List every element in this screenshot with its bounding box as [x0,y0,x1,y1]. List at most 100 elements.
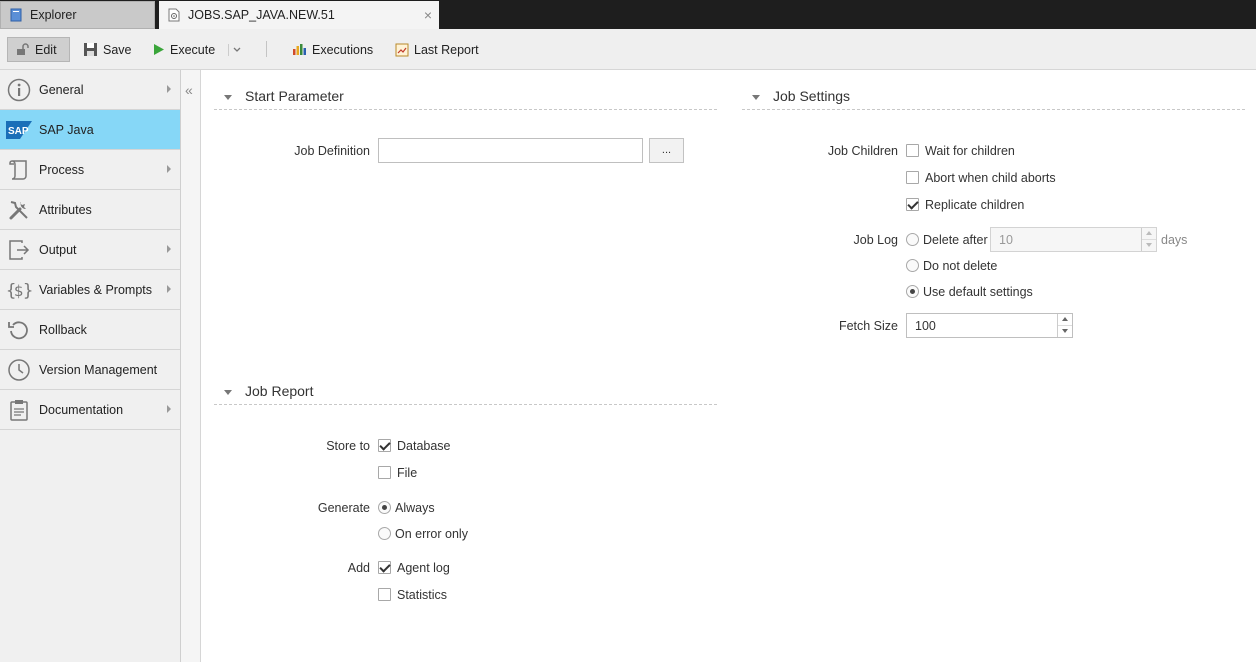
sap-logo-icon: SAP [6,117,32,143]
toolbar-divider [266,41,267,57]
execute-button[interactable]: Execute [153,37,215,62]
section-title: Start Parameter [245,88,344,104]
caret-down-icon [752,95,760,100]
job-definition-browse-button[interactable]: ... [649,138,684,163]
sidebar-item-label: General [39,82,84,97]
tab-explorer-label: Explorer [30,8,77,22]
clipboard-icon [6,397,32,423]
database-checkbox[interactable] [378,439,391,452]
replicate-children-checkbox[interactable] [906,198,919,211]
abort-when-child-aborts-checkbox[interactable] [906,171,919,184]
chevron-right-icon [167,405,171,413]
sidebar-item-label: Version Management [39,362,158,377]
wait-for-children-checkbox[interactable] [906,144,919,157]
always-radio[interactable] [378,501,391,514]
chevron-right-icon [167,165,171,173]
use-default-settings-label: Use default settings [923,285,1033,299]
days-unit-label: days [1161,233,1188,247]
clock-icon [6,357,32,383]
delete-after-stepper[interactable] [1141,228,1156,251]
always-label: Always [395,501,435,515]
sidebar-item-sap-java[interactable]: SAP SAP Java [0,110,180,150]
sidebar-item-output[interactable]: Output [0,230,180,270]
save-label: Save [103,42,132,57]
job-log-label: Job Log [853,233,898,247]
tab-explorer[interactable]: Explorer [0,1,155,29]
rollback-icon [6,317,32,343]
sidebar-item-rollback[interactable]: Rollback [0,310,180,350]
delete-after-label: Delete after [923,233,988,247]
sidebar-item-version-management[interactable]: Version Management [0,350,180,390]
toolbar: Edit Save Execute Executions Last Report [0,29,1256,70]
store-to-label: Store to [326,439,370,453]
svg-text:SAP: SAP [8,126,29,137]
execute-dropdown[interactable] [228,37,241,62]
sidebar-item-label: Output [39,242,77,257]
delete-after-days-input[interactable] [990,227,1157,252]
fetch-size-label: Fetch Size [838,319,898,333]
sidebar-item-attributes[interactable]: Attributes [0,190,180,230]
wait-for-children-label: Wait for children [925,144,1015,158]
on-error-only-radio[interactable] [378,527,391,540]
use-default-settings-radio[interactable] [906,285,919,298]
executions-label: Executions [312,42,374,57]
section-title: Job Report [245,383,314,399]
save-button[interactable]: Save [83,37,132,62]
chevron-right-icon [167,245,171,253]
sidebar: General SAP SAP Java Process Attributes … [0,70,181,662]
stepper-down-icon[interactable] [1142,240,1156,252]
caret-down-icon [224,95,232,100]
fetch-size-stepper[interactable] [1057,314,1072,337]
caret-down-icon [224,390,232,395]
file-label: File [397,466,418,480]
delete-after-radio[interactable] [906,233,919,246]
executions-button[interactable]: Executions [292,37,373,62]
agent-log-checkbox[interactable] [378,561,391,574]
agent-log-label: Agent log [397,561,450,575]
on-error-only-label: On error only [395,527,468,541]
stepper-down-icon[interactable] [1058,326,1072,338]
explorer-icon [9,8,23,22]
last-report-button[interactable]: Last Report [395,37,479,62]
statistics-checkbox[interactable] [378,588,391,601]
svg-text:}: } [23,281,32,301]
edit-button[interactable]: Edit [7,37,70,62]
tab-job[interactable]: JOBS.SAP_JAVA.NEW.51 × [159,1,439,29]
section-job-settings[interactable]: Job Settings [742,86,1245,110]
abort-when-child-aborts-label: Abort when child aborts [925,171,1056,185]
job-definition-input[interactable] [378,138,643,163]
tab-bar: Explorer JOBS.SAP_JAVA.NEW.51 × [0,0,1256,29]
stepper-up-icon[interactable] [1142,228,1156,240]
section-job-report[interactable]: Job Report [214,381,717,405]
replicate-children-label: Replicate children [925,198,1025,212]
report-icon [395,43,409,57]
sidebar-item-process[interactable]: Process [0,150,180,190]
variables-icon: {$} [6,277,32,303]
close-icon[interactable]: × [424,7,432,23]
chevron-right-icon [167,85,171,93]
scroll-icon [6,157,32,183]
database-label: Database [397,439,451,453]
sidebar-item-label: SAP Java [39,122,94,137]
generate-label: Generate [317,501,370,515]
sidebar-item-label: Attributes [39,202,92,217]
sidebar-item-general[interactable]: General [0,70,180,110]
sidebar-item-documentation[interactable]: Documentation [0,390,180,430]
sidebar-item-label: Documentation [39,402,124,417]
sidebar-item-variables-prompts[interactable]: {$} Variables & Prompts [0,270,180,310]
collapse-sidebar-icon[interactable]: « [185,82,193,98]
job-definition-label: Job Definition [294,144,370,158]
execute-label: Execute [170,42,216,57]
save-icon [83,42,98,57]
do-not-delete-radio[interactable] [906,259,919,272]
sidebar-item-label: Process [39,162,85,177]
unlock-icon [16,43,30,56]
job-children-label: Job Children [827,144,898,158]
file-checkbox[interactable] [378,466,391,479]
fetch-size-input[interactable] [906,313,1073,338]
bar-chart-icon [292,43,307,56]
tools-icon [6,197,32,223]
do-not-delete-label: Do not delete [923,259,998,273]
section-start-parameter[interactable]: Start Parameter [214,86,717,110]
stepper-up-icon[interactable] [1058,314,1072,326]
